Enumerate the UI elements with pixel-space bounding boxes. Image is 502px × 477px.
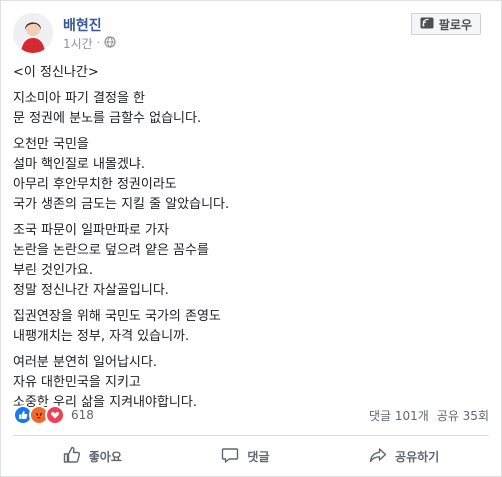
share-label: 공유하기: [395, 449, 440, 464]
action-bar: 좋아요 댓글 공유하기: [13, 437, 489, 475]
author-name[interactable]: 배현진: [63, 15, 102, 35]
text-line: 자유 대한민국을 지키고: [13, 375, 141, 390]
text-line: 조국 파문이 일파만파로 가자: [13, 223, 169, 238]
text-line: 내팽개치는 정부, 자격 있습니까.: [13, 329, 190, 344]
text-line: 오천만 국민을: [13, 137, 89, 152]
reaction-summary[interactable]: 618: [13, 405, 94, 425]
like-button[interactable]: 좋아요: [43, 440, 142, 473]
follow-icon: [420, 17, 434, 32]
post-paragraph: 집권연장을 위해 국민도 국가의 존영도 내팽개치는 정부, 자격 있습니까.: [13, 307, 489, 347]
love-reaction-icon: [45, 405, 65, 425]
post-card: 배현진 1시간 · 팔로우 <이 정신나간> 지소미아 파기 결정을 한 문 정…: [0, 0, 502, 477]
comment-icon: [221, 446, 239, 467]
reaction-count: 618: [71, 408, 94, 422]
like-label: 좋아요: [88, 449, 122, 464]
text-line: 부린 것인가요.: [13, 263, 94, 278]
actions-divider: [13, 435, 489, 436]
text-line: 문 정권에 분노를 금할수 없습니다.: [13, 111, 202, 126]
text-line: 여러분 분연히 일어납시다.: [13, 355, 157, 370]
meta-separator: ·: [96, 38, 100, 49]
post-paragraph: 조국 파문이 일파만파로 가자 논란을 논란으로 덮으려 얕은 꼼수를 부린 것…: [13, 221, 489, 301]
post-time[interactable]: 1시간: [63, 35, 93, 52]
thumbs-up-icon: [63, 446, 81, 467]
text-line: 설마 핵인질로 내몰겠냐.: [13, 157, 145, 172]
text-line: 정말 정신나간 자살골입니다.: [13, 283, 169, 298]
comment-label: 댓글: [247, 449, 270, 464]
share-button[interactable]: 공유하기: [349, 440, 459, 473]
globe-icon[interactable]: [104, 36, 116, 51]
post-paragraph: 오천만 국민을 설마 핵인질로 내몰겠냐. 아무리 후안무치한 정권이라도 국가…: [13, 135, 489, 215]
post-meta: 1시간 ·: [63, 35, 116, 52]
avatar[interactable]: [13, 13, 53, 53]
text-line: <이 정신나간>: [13, 65, 99, 80]
follow-label: 팔로우: [438, 17, 472, 32]
follow-button[interactable]: 팔로우: [410, 13, 481, 35]
text-line: 지소미아 파기 결정을 한: [13, 91, 145, 106]
post-stats: 618 댓글 101개 공유 35회: [13, 404, 489, 426]
post-paragraph: 지소미아 파기 결정을 한 문 정권에 분노를 금할수 없습니다.: [13, 89, 489, 129]
text-line: 집권연장을 위해 국민도 국가의 존영도: [13, 309, 221, 324]
share-count[interactable]: 공유 35회: [437, 407, 489, 424]
text-line: 논란을 논란으로 덮으려 얕은 꼼수를: [13, 243, 209, 258]
text-line: 국가 생존의 금도는 지킬 줄 알았습니다.: [13, 197, 230, 212]
comment-button[interactable]: 댓글: [201, 440, 289, 473]
post-text: <이 정신나간> 지소미아 파기 결정을 한 문 정권에 분노를 금할수 없습니…: [13, 63, 489, 419]
text-line: 아무리 후안무치한 정권이라도: [13, 177, 177, 192]
post-header: 배현진 1시간 · 팔로우: [13, 13, 489, 57]
share-icon: [369, 446, 387, 467]
post-paragraph: <이 정신나간>: [13, 63, 489, 83]
engagement-counts: 댓글 101개 공유 35회: [369, 407, 489, 424]
comment-count[interactable]: 댓글 101개: [369, 407, 429, 424]
